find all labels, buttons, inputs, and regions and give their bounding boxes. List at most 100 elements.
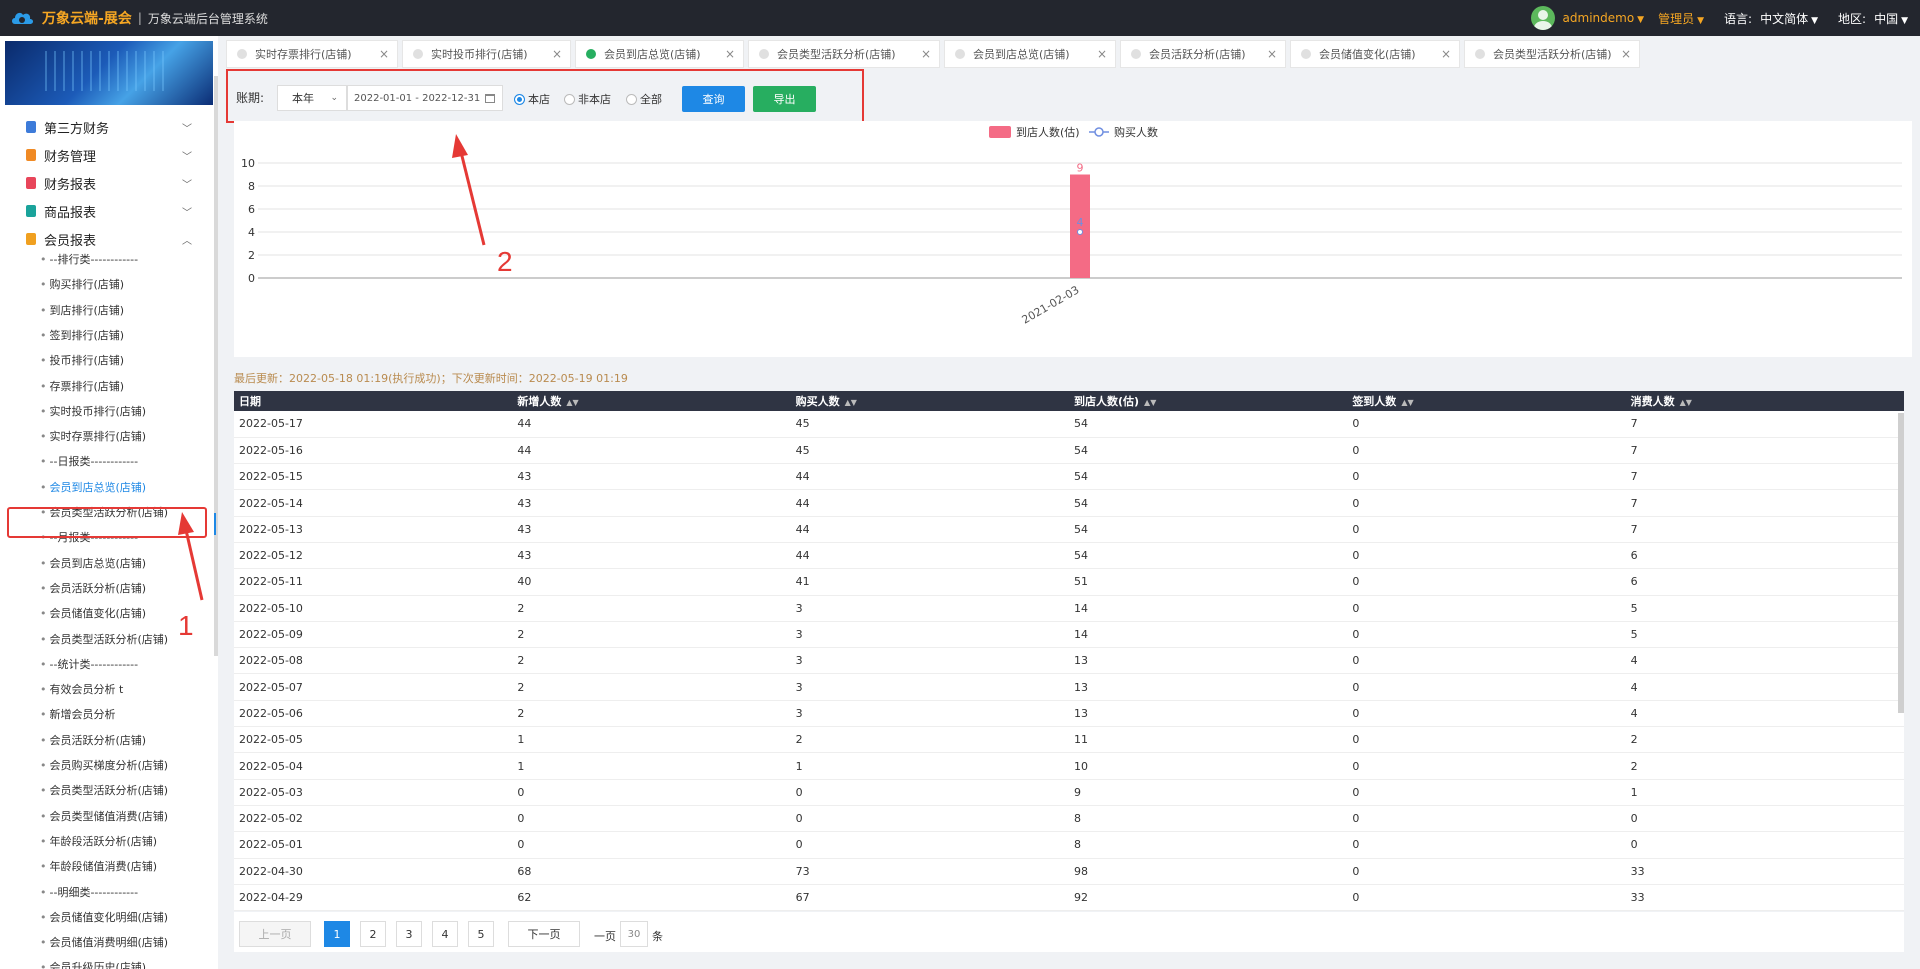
- query-button[interactable]: 查询: [682, 86, 745, 112]
- sidebar-item[interactable]: 有效会员分析 t: [40, 680, 124, 700]
- user-menu[interactable]: admindemo ▼: [1563, 11, 1645, 25]
- period-select[interactable]: 本年 ⌄: [277, 85, 347, 111]
- radio-other-store[interactable]: 非本店: [564, 91, 611, 107]
- sidebar-group-4[interactable]: 商品报表 ﹀: [0, 198, 210, 224]
- next-page-button[interactable]: 下一页: [508, 921, 580, 947]
- legend-label[interactable]: 到店人数(估): [1016, 125, 1080, 139]
- tab-6[interactable]: 会员活跃分析(店铺) ×: [1120, 40, 1286, 68]
- sidebar-item[interactable]: 年龄段活跃分析(店铺): [40, 832, 158, 852]
- tab-1[interactable]: 实时存票排行(店铺) ×: [226, 40, 398, 68]
- table-cell: 98: [1073, 864, 1088, 878]
- sidebar-item[interactable]: 新增会员分析: [40, 705, 116, 725]
- table-cell: 0: [1352, 890, 1360, 904]
- table-cell: 54: [1073, 470, 1088, 484]
- sidebar-item[interactable]: 会员到店总览(店铺): [40, 554, 147, 574]
- sidebar-item[interactable]: 会员类型储值消费(店铺): [40, 807, 169, 827]
- language-select[interactable]: 中文简体 ▼: [1760, 10, 1818, 27]
- sidebar-scrollbar[interactable]: [214, 76, 218, 656]
- sidebar-item[interactable]: 会员升级历史(店铺): [40, 958, 147, 969]
- table-cell: 0: [1352, 443, 1360, 457]
- sidebar-section-header: --日报类------------: [40, 452, 139, 472]
- close-icon[interactable]: ×: [1441, 47, 1451, 61]
- logo[interactable]: 万象云端-展会 | 万象云端后台管理系统: [0, 0, 268, 36]
- table-cell: 0: [1352, 628, 1360, 642]
- column-header[interactable]: 新增人数 ▲▼: [512, 391, 790, 411]
- tab-7[interactable]: 会员储值变化(店铺) ×: [1290, 40, 1460, 68]
- sort-icon[interactable]: ▲▼: [1401, 398, 1413, 407]
- column-header[interactable]: 购买人数 ▲▼: [791, 391, 1069, 411]
- sidebar-item[interactable]: 会员到店总览(店铺): [40, 478, 147, 498]
- role-menu[interactable]: 管理员 ▼: [1658, 10, 1704, 27]
- prev-page-button[interactable]: 上一页: [239, 921, 311, 947]
- close-icon[interactable]: ×: [921, 47, 931, 61]
- sort-icon[interactable]: ▲▼: [566, 398, 578, 407]
- table-cell: 54: [1073, 549, 1088, 563]
- table-cell: 2022-05-06: [239, 706, 303, 720]
- sidebar-item[interactable]: 存票排行(店铺): [40, 377, 125, 397]
- tab-label: 会员到店总览(店铺): [604, 48, 701, 61]
- sidebar-item[interactable]: 会员购买梯度分析(店铺): [40, 756, 169, 776]
- column-header-label: 签到人数: [1352, 395, 1397, 408]
- legend-label[interactable]: 购买人数: [1114, 125, 1158, 139]
- sidebar-item[interactable]: 到店排行(店铺): [40, 301, 125, 321]
- sidebar-item[interactable]: 签到排行(店铺): [40, 326, 125, 346]
- sidebar-item[interactable]: 购买排行(店铺): [40, 275, 125, 295]
- sidebar-item[interactable]: 会员储值变化(店铺): [40, 604, 147, 624]
- table-row: 2022-05-08 2 3 13 0 4: [234, 648, 1904, 674]
- sidebar-item[interactable]: 会员储值消费明细(店铺): [40, 933, 169, 953]
- table-cell: 8: [1073, 838, 1081, 852]
- export-button[interactable]: 导出: [753, 86, 816, 112]
- sidebar-group-1[interactable]: 第三方财务 ﹀: [0, 114, 210, 140]
- page-button-3[interactable]: 3: [396, 921, 422, 947]
- close-icon[interactable]: ×: [1267, 47, 1277, 61]
- per-page-input[interactable]: 30: [620, 921, 648, 947]
- sidebar-item[interactable]: 会员活跃分析(店铺): [40, 579, 147, 599]
- table-cell: 41: [795, 575, 810, 589]
- tab-3[interactable]: 会员到店总览(店铺) ×: [575, 40, 744, 68]
- table-scrollbar[interactable]: [1898, 413, 1904, 713]
- sidebar-item[interactable]: 会员活跃分析(店铺): [40, 731, 147, 751]
- close-icon[interactable]: ×: [1621, 47, 1631, 61]
- user-avatar[interactable]: [1530, 6, 1555, 30]
- sidebar-item[interactable]: 实时存票排行(店铺): [40, 427, 147, 447]
- sidebar-section-header: --明细类------------: [40, 883, 139, 903]
- sidebar-item[interactable]: 投币排行(店铺): [40, 351, 125, 371]
- sort-icon[interactable]: ▲▼: [1144, 398, 1156, 407]
- column-header[interactable]: 签到人数 ▲▼: [1347, 391, 1625, 411]
- tab-2[interactable]: 实时投币排行(店铺) ×: [402, 40, 571, 68]
- page-button-1[interactable]: 1: [324, 921, 350, 947]
- page-button-5[interactable]: 5: [468, 921, 494, 947]
- radio-circle: [626, 93, 637, 105]
- sidebar-group-5[interactable]: 会员报表 ︿: [0, 226, 210, 252]
- radio-this-store[interactable]: 本店: [514, 91, 550, 107]
- sidebar-group-label: 商品报表: [44, 205, 97, 221]
- close-icon[interactable]: ×: [725, 47, 735, 61]
- page-button-2[interactable]: 2: [360, 921, 386, 947]
- tab-5[interactable]: 会员到店总览(店铺) ×: [944, 40, 1116, 68]
- page-button-4[interactable]: 4: [432, 921, 458, 947]
- column-header-label: 购买人数: [795, 395, 840, 408]
- date-range-input[interactable]: 2022-01-01 - 2022-12-31: [347, 85, 503, 111]
- line-point[interactable]: [1077, 229, 1083, 235]
- close-icon[interactable]: ×: [552, 47, 562, 61]
- sidebar-item[interactable]: 年龄段储值消费(店铺): [40, 857, 158, 877]
- table-cell: 0: [1352, 522, 1360, 536]
- sidebar-group-3[interactable]: 财务报表 ﹀: [0, 170, 210, 196]
- column-header[interactable]: 到店人数(估) ▲▼: [1069, 391, 1347, 411]
- close-icon[interactable]: ×: [379, 47, 389, 61]
- sidebar-item[interactable]: 会员类型活跃分析(店铺): [40, 781, 169, 801]
- radio-all[interactable]: 全部: [626, 91, 662, 107]
- column-header[interactable]: 消费人数 ▲▼: [1626, 391, 1904, 411]
- sort-icon[interactable]: ▲▼: [845, 398, 857, 407]
- tab-4[interactable]: 会员类型活跃分析(店铺) ×: [748, 40, 940, 68]
- sort-icon[interactable]: ▲▼: [1680, 398, 1692, 407]
- tab-8[interactable]: 会员类型活跃分析(店铺) ×: [1464, 40, 1640, 68]
- region-select[interactable]: 中国 ▼: [1874, 10, 1908, 27]
- sidebar-item[interactable]: 会员类型活跃分析(店铺): [40, 630, 169, 650]
- sidebar-item[interactable]: 会员储值变化明细(店铺): [40, 908, 169, 928]
- table-cell: 1: [795, 759, 803, 773]
- close-icon[interactable]: ×: [1097, 47, 1107, 61]
- sidebar-group-2[interactable]: 财务管理 ﹀: [0, 142, 210, 168]
- sidebar-item[interactable]: 实时投币排行(店铺): [40, 402, 147, 422]
- table-cell: 2: [517, 654, 525, 668]
